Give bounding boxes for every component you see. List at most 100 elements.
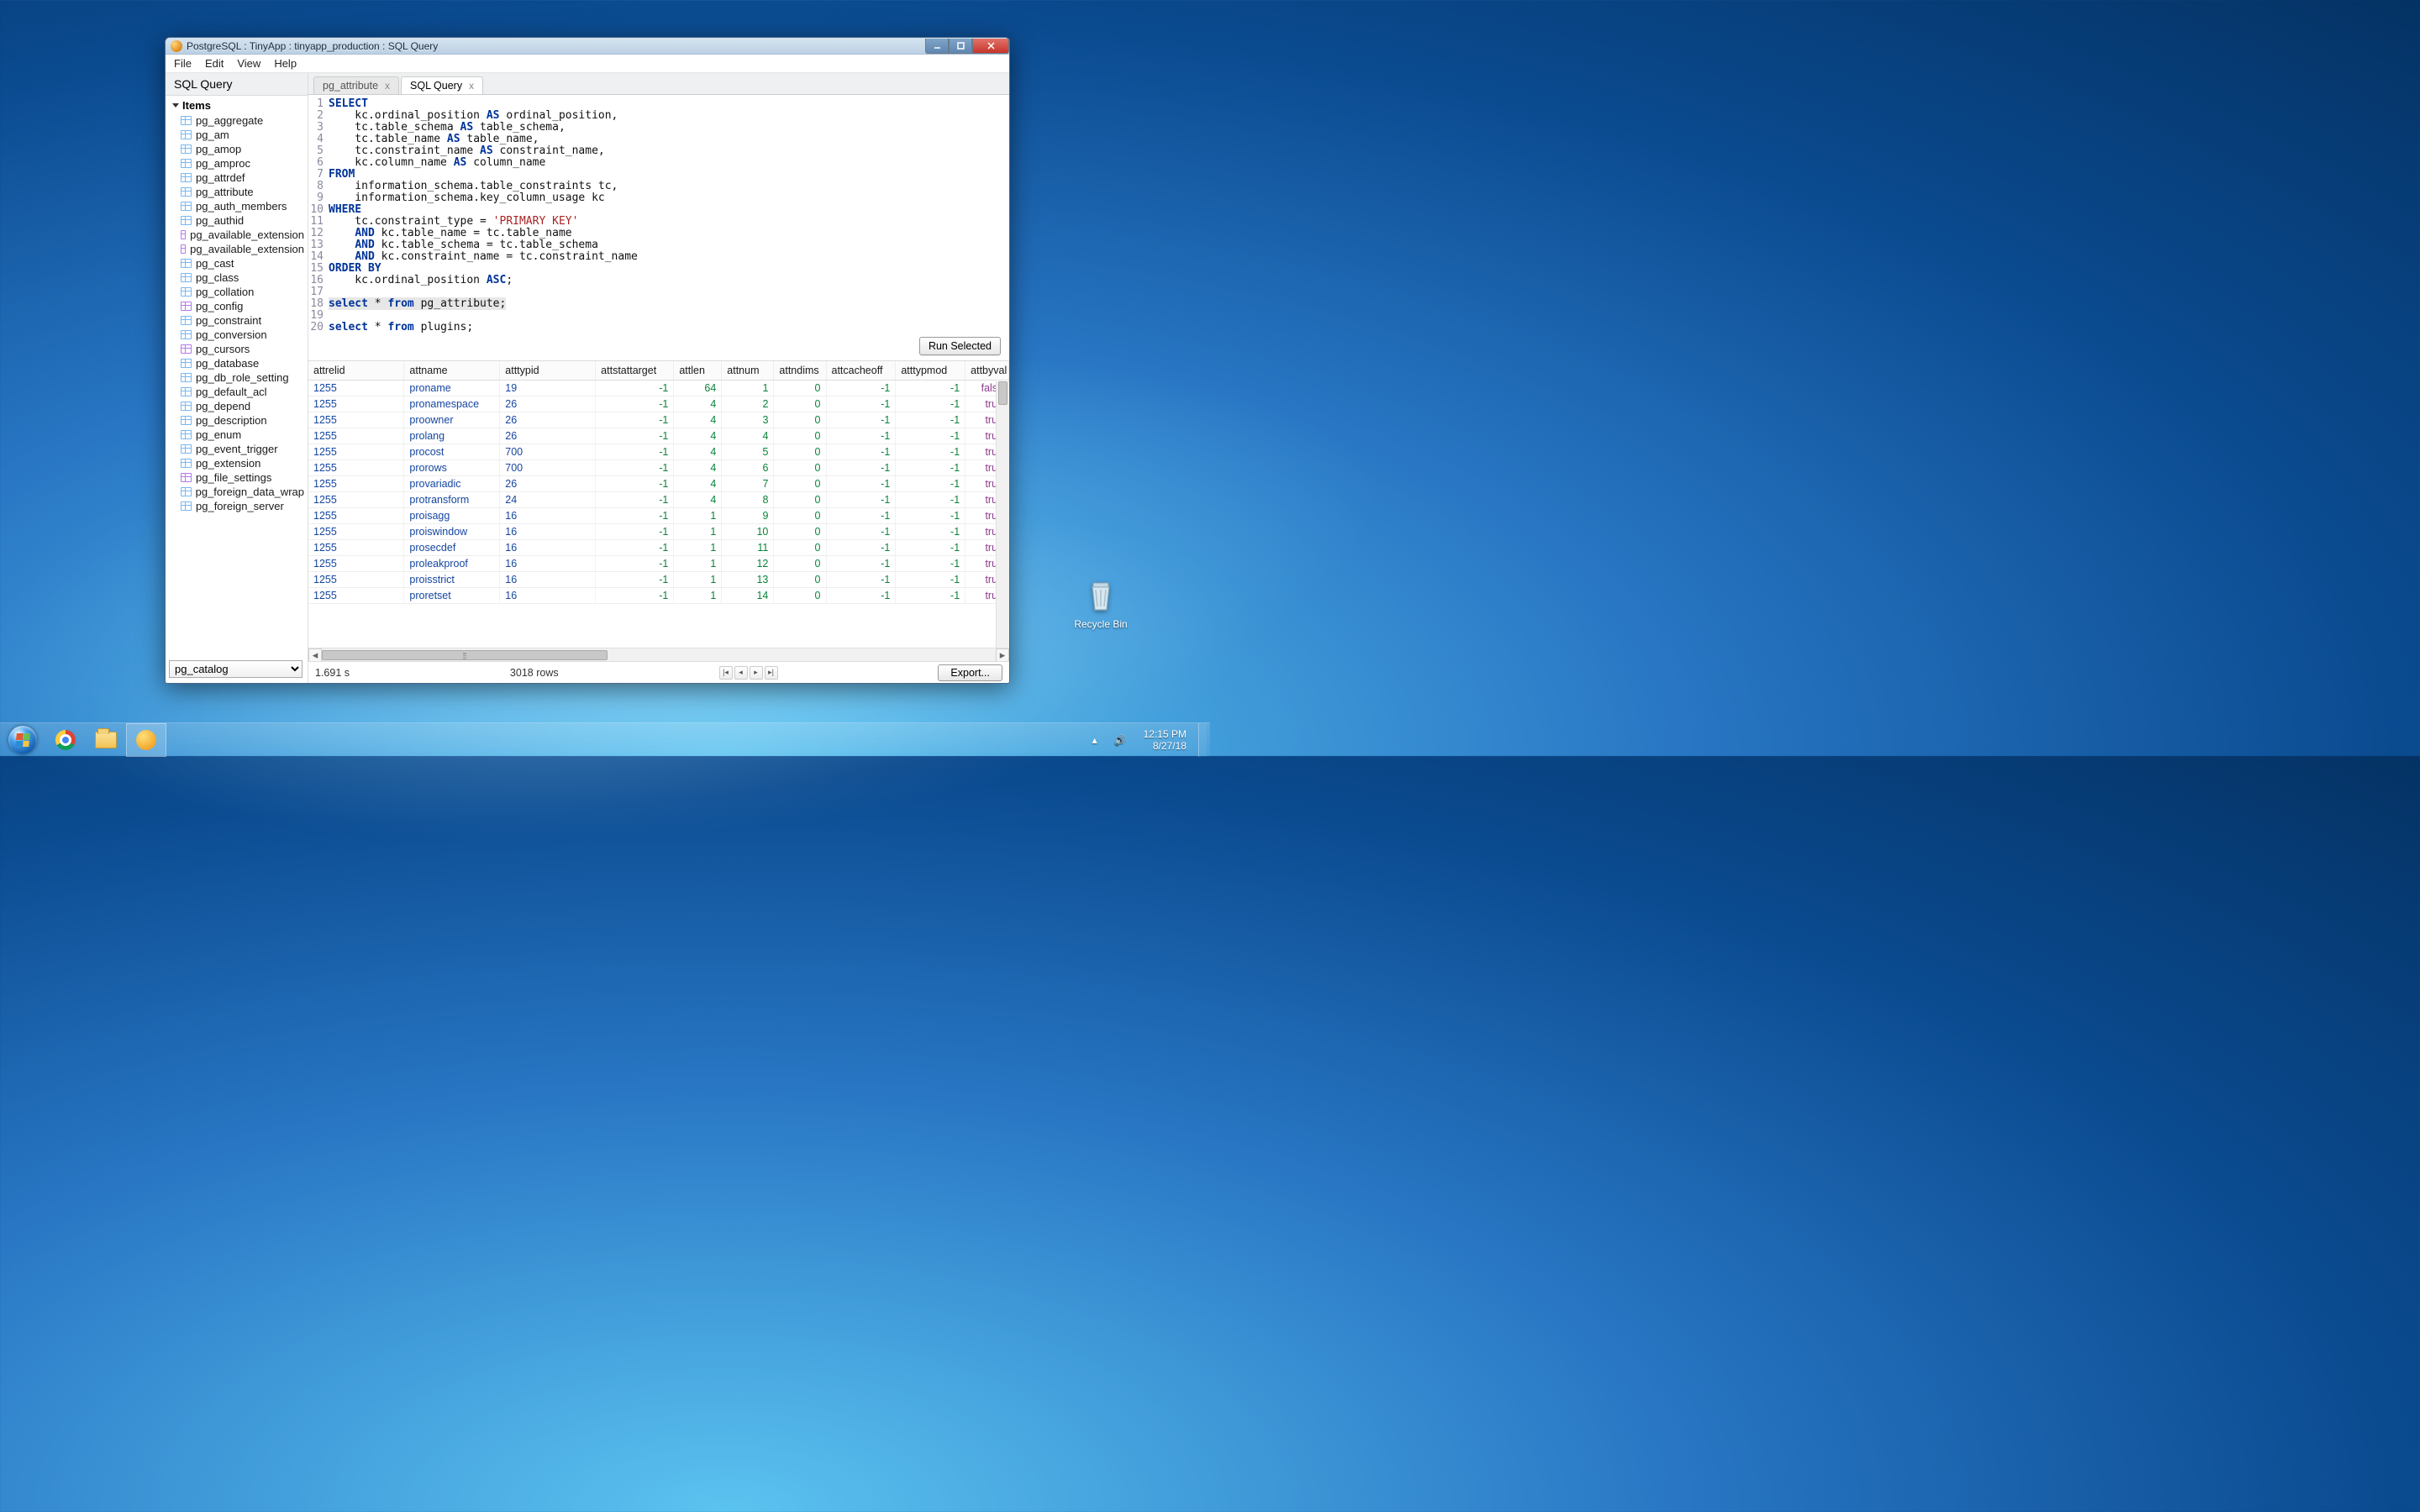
sidebar-item-label: pg_attrdef — [196, 171, 245, 184]
table-row[interactable]: 1255proisagg16-1190-1-1true — [308, 508, 1009, 524]
menu-help[interactable]: Help — [274, 57, 297, 70]
sidebar-item[interactable]: pg_cursors — [177, 342, 308, 356]
sidebar-item[interactable]: pg_db_role_setting — [177, 370, 308, 385]
sidebar-item[interactable]: pg_collation — [177, 285, 308, 299]
column-header[interactable]: attname — [404, 361, 500, 381]
sidebar-item[interactable]: pg_aggregate — [177, 113, 308, 128]
sidebar-item[interactable]: pg_cast — [177, 256, 308, 270]
sidebar-item-label: pg_db_role_setting — [196, 371, 289, 384]
table-row[interactable]: 1255prosecdef16-11110-1-1true — [308, 540, 1009, 556]
table-row[interactable]: 1255prorows700-1460-1-1true — [308, 460, 1009, 476]
table-row[interactable]: 1255proisstrict16-11130-1-1true — [308, 572, 1009, 588]
sidebar-item[interactable]: pg_database — [177, 356, 308, 370]
sidebar-item[interactable]: pg_file_settings — [177, 470, 308, 485]
table-row[interactable]: 1255protransform24-1480-1-1true — [308, 492, 1009, 508]
table-row[interactable]: 1255proleakproof16-11120-1-1true — [308, 556, 1009, 572]
taskbar-explorer[interactable] — [86, 723, 126, 757]
sidebar-item[interactable]: pg_default_acl — [177, 385, 308, 399]
sidebar-item[interactable]: pg_authid — [177, 213, 308, 228]
hscroll-thumb[interactable] — [322, 650, 608, 660]
sidebar-section-items[interactable]: Items — [166, 96, 308, 113]
sidebar-item[interactable]: pg_depend — [177, 399, 308, 413]
column-header[interactable]: attlen — [674, 361, 722, 381]
nav-prev-button[interactable]: ◂ — [734, 666, 748, 680]
sidebar-item[interactable]: pg_attribute — [177, 185, 308, 199]
taskbar-postgresql-app[interactable] — [126, 723, 166, 757]
show-desktop-button[interactable] — [1198, 723, 1207, 757]
column-header[interactable]: attcacheoff — [826, 361, 896, 381]
nav-last-button[interactable]: ▸| — [765, 666, 778, 680]
sidebar-item[interactable]: pg_am — [177, 128, 308, 142]
editor-code[interactable]: SELECT kc.ordinal_position AS ordinal_po… — [329, 98, 1009, 330]
table-row[interactable]: 1255procost700-1450-1-1true — [308, 444, 1009, 460]
table-row[interactable]: 1255provariadic26-1470-1-1true — [308, 476, 1009, 492]
column-header[interactable]: attstattarget — [596, 361, 674, 381]
editor-tab[interactable]: pg_attributex — [313, 76, 399, 94]
menu-file[interactable]: File — [174, 57, 192, 70]
scroll-left-icon[interactable]: ◂ — [308, 648, 322, 661]
scroll-right-icon[interactable]: ▸ — [996, 648, 1009, 661]
sidebar-item-label: pg_extension — [196, 457, 260, 470]
sidebar-item[interactable]: pg_foreign_data_wrap — [177, 485, 308, 499]
table-row[interactable]: 1255pronamespace26-1420-1-1true — [308, 396, 1009, 412]
table-icon — [181, 173, 192, 182]
column-header[interactable]: atttypmod — [896, 361, 965, 381]
menu-edit[interactable]: Edit — [205, 57, 224, 70]
horizontal-scrollbar[interactable]: ◂ ▸ — [308, 648, 1009, 661]
editor-tab[interactable]: SQL Queryx — [401, 76, 483, 94]
sidebar-item[interactable]: pg_config — [177, 299, 308, 313]
start-button[interactable] — [0, 723, 45, 757]
table-icon — [181, 373, 192, 382]
table-icon — [181, 416, 192, 425]
scroll-thumb[interactable] — [998, 381, 1007, 405]
results-grid[interactable]: attrelidattnameatttypidattstattargetattl… — [308, 361, 1009, 648]
column-header[interactable]: attrelid — [308, 361, 404, 381]
titlebar[interactable]: PostgreSQL : TinyApp : tinyapp_productio… — [166, 38, 1009, 55]
sidebar-item[interactable]: pg_enum — [177, 428, 308, 442]
column-header[interactable]: attndims — [774, 361, 826, 381]
sidebar-item-label: pg_file_settings — [196, 471, 271, 484]
table-row[interactable]: 1255proname19-16410-1-1false — [308, 381, 1009, 396]
nav-next-button[interactable]: ▸ — [750, 666, 763, 680]
taskbar-chrome[interactable] — [45, 723, 86, 757]
sidebar-item[interactable]: pg_attrdef — [177, 171, 308, 185]
sidebar-item[interactable]: pg_extension — [177, 456, 308, 470]
column-header[interactable]: atttypid — [500, 361, 596, 381]
table-row[interactable]: 1255proretset16-11140-1-1true — [308, 588, 1009, 604]
sidebar-item-label: pg_database — [196, 357, 259, 370]
close-icon[interactable]: x — [385, 81, 390, 91]
sql-editor[interactable]: 1234567891011121314151617181920 SELECT k… — [308, 95, 1009, 333]
column-header[interactable]: attbyval — [965, 361, 1009, 381]
table-icon — [181, 216, 192, 225]
close-icon[interactable]: x — [469, 81, 474, 91]
minimize-button[interactable] — [925, 39, 949, 54]
statusbar: 1.691 s 3018 rows |◂ ◂ ▸ ▸| Export... — [308, 661, 1009, 683]
sidebar-item[interactable]: pg_amproc — [177, 156, 308, 171]
nav-first-button[interactable]: |◂ — [719, 666, 733, 680]
sidebar-item[interactable]: pg_available_extension — [177, 242, 308, 256]
tray-arrow-icon[interactable]: ▴ — [1087, 734, 1102, 746]
sidebar-item[interactable]: pg_auth_members — [177, 199, 308, 213]
tray-volume-icon[interactable]: 🔊 — [1109, 734, 1132, 746]
run-selected-button[interactable]: Run Selected — [919, 337, 1001, 355]
table-row[interactable]: 1255proowner26-1430-1-1true — [308, 412, 1009, 428]
menu-view[interactable]: View — [237, 57, 260, 70]
sidebar-item[interactable]: pg_class — [177, 270, 308, 285]
sidebar-item[interactable]: pg_event_trigger — [177, 442, 308, 456]
table-row[interactable]: 1255proiswindow16-11100-1-1true — [308, 524, 1009, 540]
sidebar-item[interactable]: pg_conversion — [177, 328, 308, 342]
table-row[interactable]: 1255prolang26-1440-1-1true — [308, 428, 1009, 444]
sidebar-item[interactable]: pg_amop — [177, 142, 308, 156]
column-header[interactable]: attnum — [722, 361, 774, 381]
sidebar-item[interactable]: pg_description — [177, 413, 308, 428]
sidebar-item[interactable]: pg_foreign_server — [177, 499, 308, 513]
sidebar-item[interactable]: pg_available_extension — [177, 228, 308, 242]
tray-clock[interactable]: 12:15 PM 8/27/18 — [1139, 728, 1192, 752]
maximize-button[interactable] — [949, 39, 972, 54]
recycle-bin[interactable]: Recycle Bin — [1067, 575, 1134, 630]
vertical-scrollbar[interactable] — [996, 381, 1009, 648]
sidebar-item[interactable]: pg_constraint — [177, 313, 308, 328]
close-button[interactable] — [972, 39, 1009, 54]
export-button[interactable]: Export... — [938, 664, 1002, 681]
schema-select[interactable]: pg_catalog — [169, 660, 302, 678]
